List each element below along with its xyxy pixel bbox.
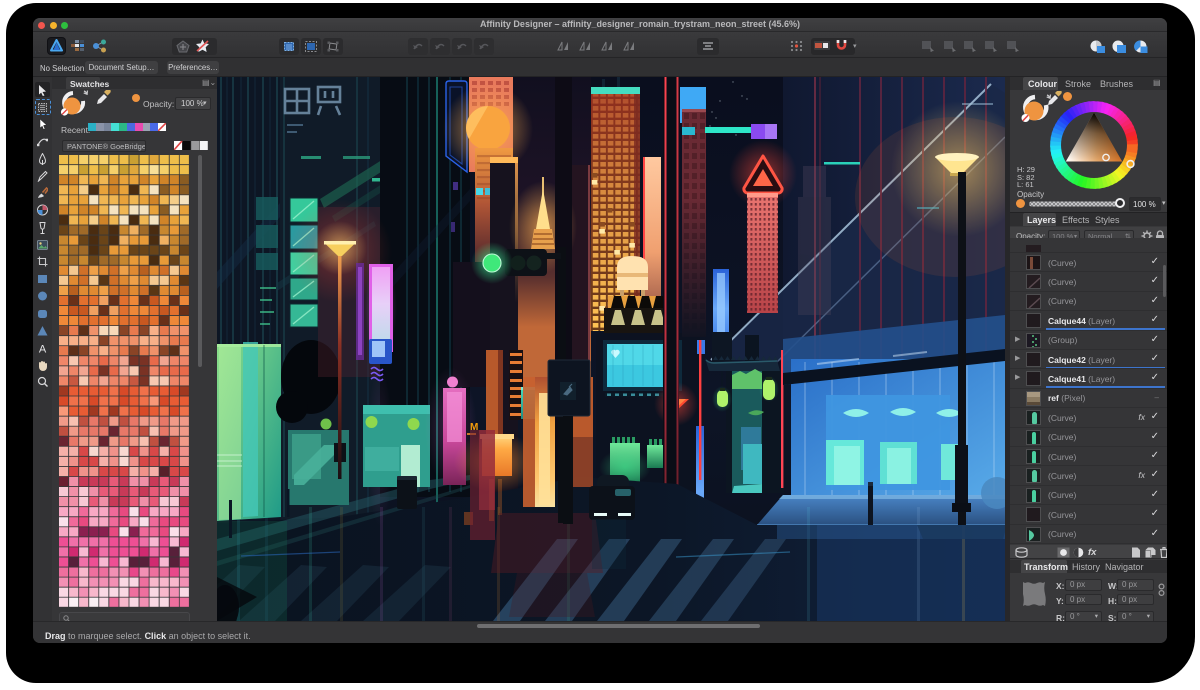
svg-text:A: A (39, 344, 47, 355)
